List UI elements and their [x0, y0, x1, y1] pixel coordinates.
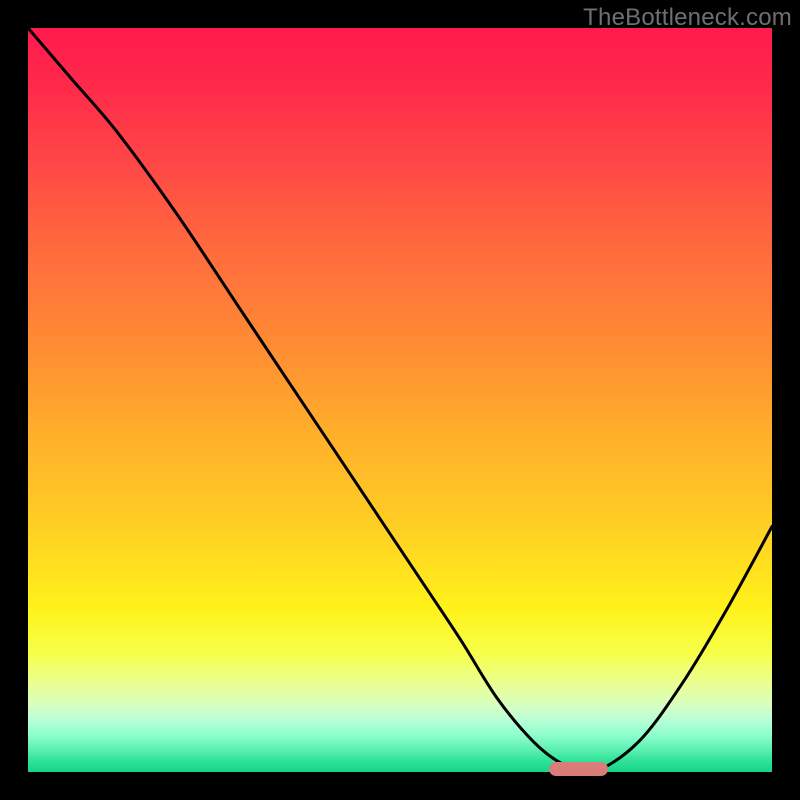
chart-frame: TheBottleneck.com — [0, 0, 800, 800]
watermark-text: TheBottleneck.com — [583, 4, 792, 32]
curve-path — [28, 28, 772, 773]
bottleneck-curve — [28, 28, 772, 772]
optimal-marker — [549, 762, 609, 776]
